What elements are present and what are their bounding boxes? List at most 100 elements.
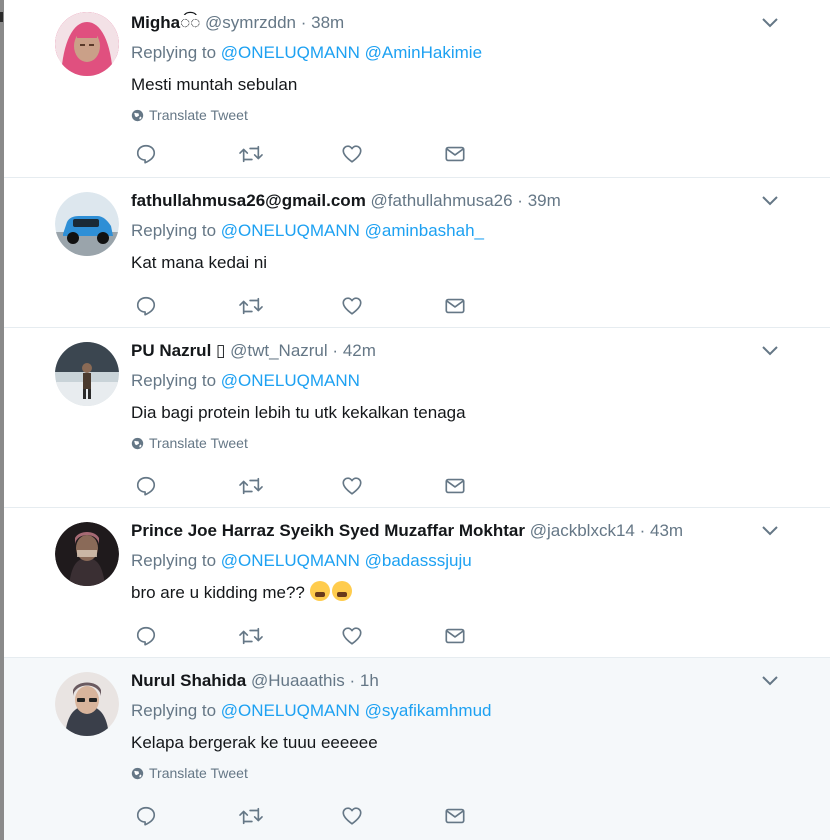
tweet[interactable]: PU Nazrul ▯ @twt_Nazrul · 42m Replying t… xyxy=(4,328,830,508)
tweet-text: bro are u kidding me?? xyxy=(131,583,305,602)
mention-link[interactable]: @ONELUQMANN xyxy=(221,371,360,390)
retweet-icon xyxy=(239,807,263,825)
retweet-icon xyxy=(239,477,263,495)
tweet-header: fathullahmusa26@gmail.com @fathullahmusa… xyxy=(131,189,790,213)
timestamp[interactable]: 38m xyxy=(311,13,344,32)
tweet[interactable]: Nurul Shahida @Huaaathis · 1h Replying t… xyxy=(4,658,830,840)
avatar[interactable] xyxy=(55,192,119,256)
replying-to-line: Replying to @ONELUQMANN @aminbashah_ xyxy=(131,219,790,243)
translate-tweet-label: Translate Tweet xyxy=(149,765,248,781)
retweet-icon xyxy=(239,145,263,163)
retweet-icon xyxy=(239,627,263,645)
tweet[interactable]: Prince Joe Harraz Syeikh Syed Muzaffar M… xyxy=(4,508,830,658)
reply-button[interactable] xyxy=(135,294,238,318)
mention-link[interactable]: @ONELUQMANN xyxy=(221,701,360,720)
direct-message-button[interactable] xyxy=(444,294,547,318)
replying-to-label: Replying to xyxy=(131,371,217,390)
direct-message-button[interactable] xyxy=(444,142,547,166)
direct-message-button[interactable] xyxy=(444,474,547,498)
reply-button[interactable] xyxy=(135,142,238,166)
timestamp[interactable]: 39m xyxy=(528,191,561,210)
separator-dot: · xyxy=(300,13,307,32)
like-icon xyxy=(342,145,362,163)
reply-icon xyxy=(136,476,156,496)
caret-down-icon[interactable] xyxy=(762,196,778,206)
retweet-button[interactable] xyxy=(238,142,341,166)
like-button[interactable] xyxy=(341,474,444,498)
caret-down-icon[interactable] xyxy=(762,526,778,536)
reply-button[interactable] xyxy=(135,474,238,498)
direct-message-button[interactable] xyxy=(444,804,547,828)
reply-icon xyxy=(136,144,156,164)
retweet-button[interactable] xyxy=(238,624,341,648)
translate-tweet-link[interactable]: Translate Tweet xyxy=(131,107,790,123)
user-handle[interactable]: @jackblxck14 xyxy=(530,521,635,540)
retweet-button[interactable] xyxy=(238,294,341,318)
tweet-actions xyxy=(135,294,547,318)
direct-message-button[interactable] xyxy=(444,624,547,648)
caret-down-icon[interactable] xyxy=(762,18,778,28)
user-handle[interactable]: @Huaaathis xyxy=(251,671,345,690)
replying-to-label: Replying to xyxy=(131,551,217,570)
mention-link[interactable]: @ONELUQMANN xyxy=(221,221,360,240)
reply-button[interactable] xyxy=(135,624,238,648)
like-button[interactable] xyxy=(341,142,444,166)
tweet-text: Mesti muntah sebulan xyxy=(131,75,298,94)
translate-tweet-label: Translate Tweet xyxy=(149,107,248,123)
avatar[interactable] xyxy=(55,672,119,736)
caret-down-icon[interactable] xyxy=(762,346,778,356)
translate-tweet-link[interactable]: Translate Tweet xyxy=(131,435,790,451)
tweet[interactable]: fathullahmusa26@gmail.com @fathullahmusa… xyxy=(4,178,830,328)
replying-to-label: Replying to xyxy=(131,221,217,240)
tweet-text: Kelapa bergerak ke tuuu eeeeee xyxy=(131,733,378,752)
replies-feed: Migha◌͡◌ @symrzddn · 38m Replying to @ON… xyxy=(4,0,830,840)
retweet-button[interactable] xyxy=(238,474,341,498)
replying-to-line: Replying to @ONELUQMANN @badasssjuju xyxy=(131,549,790,573)
caret-down-icon[interactable] xyxy=(762,676,778,686)
mention-link[interactable]: @badasssjuju xyxy=(365,551,472,570)
user-handle[interactable]: @symrzddn xyxy=(205,13,296,32)
globe-icon xyxy=(131,767,144,779)
globe-icon xyxy=(131,109,144,121)
tweet-actions xyxy=(135,142,547,166)
tweet-content: PU Nazrul ▯ @twt_Nazrul · 42m Replying t… xyxy=(131,339,790,451)
avatar[interactable] xyxy=(55,522,119,586)
display-name[interactable]: PU Nazrul ▯ xyxy=(131,341,225,360)
timestamp[interactable]: 42m xyxy=(343,341,376,360)
display-name[interactable]: fathullahmusa26@gmail.com xyxy=(131,191,366,210)
translate-tweet-link[interactable]: Translate Tweet xyxy=(131,765,790,781)
display-name[interactable]: Prince Joe Harraz Syeikh Syed Muzaffar M… xyxy=(131,521,525,540)
avatar[interactable] xyxy=(55,342,119,406)
mention-link[interactable]: @syafikamhmud xyxy=(365,701,492,720)
avatar[interactable] xyxy=(55,12,119,76)
display-name[interactable]: Migha◌͡◌ xyxy=(131,13,200,32)
tweet-content: Nurul Shahida @Huaaathis · 1h Replying t… xyxy=(131,669,790,781)
like-icon xyxy=(342,627,362,645)
mention-link[interactable]: @AminHakimie xyxy=(365,43,482,62)
tweet-actions xyxy=(135,804,547,828)
replying-to-line: Replying to @ONELUQMANN @syafikamhmud xyxy=(131,699,790,723)
timestamp[interactable]: 43m xyxy=(650,521,683,540)
mention-link[interactable]: @ONELUQMANN xyxy=(221,43,360,62)
user-handle[interactable]: @twt_Nazrul xyxy=(230,341,328,360)
retweet-icon xyxy=(239,297,263,315)
display-name[interactable]: Nurul Shahida xyxy=(131,671,246,690)
like-icon xyxy=(342,297,362,315)
loudly-crying-face-icon xyxy=(309,581,330,601)
tweet[interactable]: Migha◌͡◌ @symrzddn · 38m Replying to @ON… xyxy=(4,0,830,178)
direct-message-icon xyxy=(445,628,465,644)
timestamp[interactable]: 1h xyxy=(360,671,379,690)
reply-icon xyxy=(136,626,156,646)
user-handle[interactable]: @fathullahmusa26 xyxy=(371,191,513,210)
tweet-content: fathullahmusa26@gmail.com @fathullahmusa… xyxy=(131,189,790,275)
tweet-header: PU Nazrul ▯ @twt_Nazrul · 42m xyxy=(131,339,790,363)
separator-dot: · xyxy=(332,341,339,360)
retweet-button[interactable] xyxy=(238,804,341,828)
like-button[interactable] xyxy=(341,294,444,318)
mention-link[interactable]: @aminbashah_ xyxy=(365,221,484,240)
mention-link[interactable]: @ONELUQMANN xyxy=(221,551,360,570)
like-button[interactable] xyxy=(341,624,444,648)
reply-button[interactable] xyxy=(135,804,238,828)
separator-dot: · xyxy=(349,671,356,690)
like-button[interactable] xyxy=(341,804,444,828)
